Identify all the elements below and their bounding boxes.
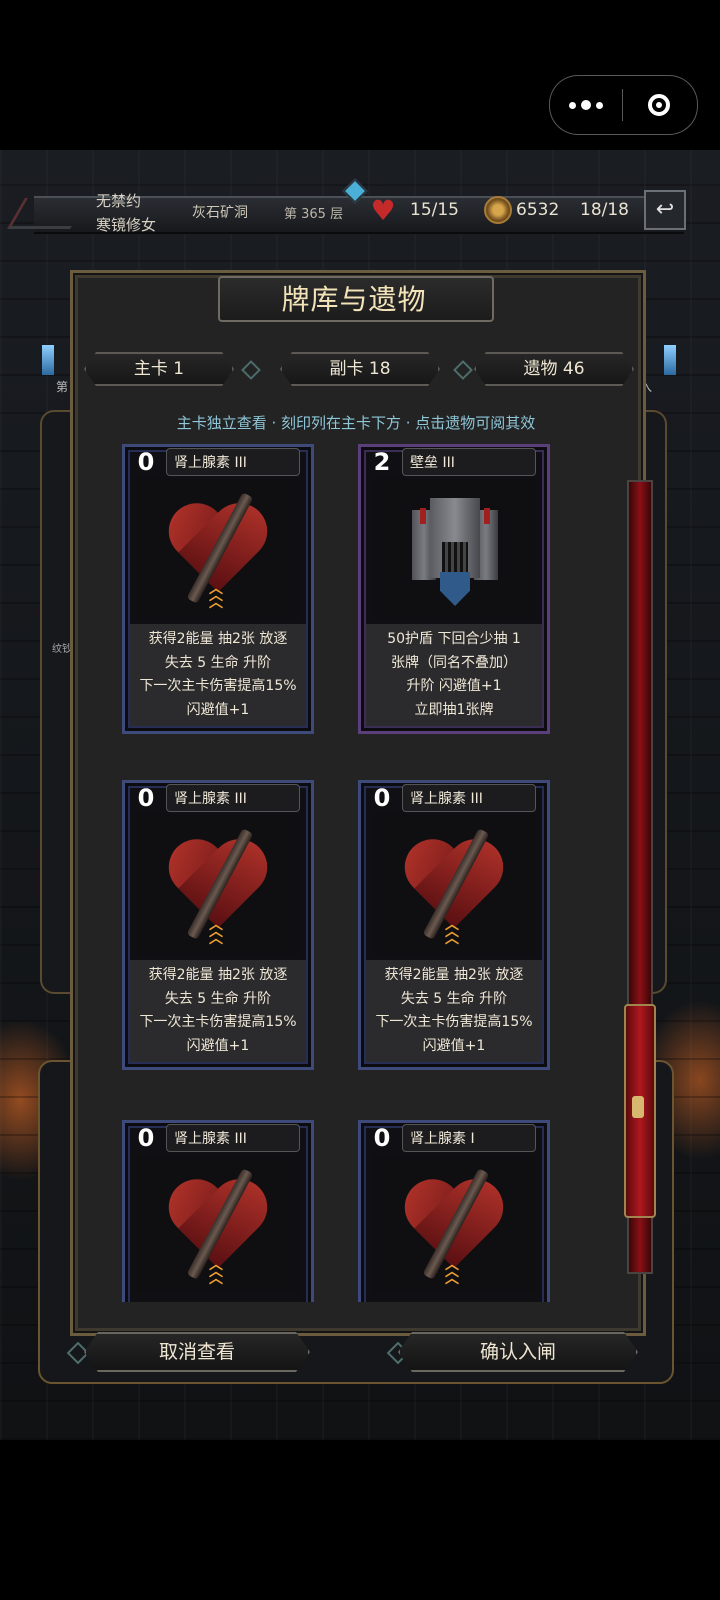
heart-icon: ︿ ︿ ︿ bbox=[136, 814, 300, 954]
card[interactable]: 0 肾上腺素 III ︿ ︿ ︿ 获得2能量 抽2张 放逐 失去 5 生命 升阶 下… bbox=[122, 444, 314, 734]
top-hud: 无禁约 寒镜修女 灰石矿洞 第 365 层 ♥ 15/15 6532 18/18… bbox=[7, 178, 704, 238]
card-grid: 0 肾上腺素 III ︿ ︿ ︿ 获得2能量 抽2张 放逐 失去 5 生命 升阶 下… bbox=[84, 444, 618, 1302]
card[interactable]: 0 肾上腺素 III ︿ ︿ ︿ bbox=[122, 1120, 314, 1302]
miniprogram-capsule bbox=[549, 75, 698, 135]
card-description: 获得2能量 抽2张 放逐 失去 5 生命 升阶 下一次主卡伤害提高15% 闪避值… bbox=[128, 628, 308, 722]
card-desc-line: 下一次主卡伤害提高15% bbox=[139, 1014, 297, 1030]
crystal-icon bbox=[42, 345, 54, 375]
card-name: 肾上腺素 I bbox=[410, 1131, 475, 1147]
card-desc-line: 张牌（同名不叠加） bbox=[391, 654, 517, 671]
background-label-left: 第 bbox=[56, 380, 69, 394]
diamond-ornament-icon bbox=[241, 360, 261, 380]
crystal-icon bbox=[664, 345, 676, 375]
card-desc-line: 50护盾 下回合少抽 1 bbox=[387, 631, 521, 647]
card-desc-line: 失去 5 生命 升阶 bbox=[164, 990, 272, 1007]
card[interactable]: 0 肾上腺素 III ︿ ︿ ︿ 获得2能量 抽2张 放逐 失去 5 生命 升阶 下… bbox=[358, 780, 550, 1070]
card-cost: 0 bbox=[373, 784, 391, 812]
bottom-blank bbox=[0, 1440, 720, 1600]
card-desc-line: 升阶 闪避值+1 bbox=[406, 678, 502, 694]
heart-icon: ♥ bbox=[370, 194, 396, 227]
tab-sub-cards[interactable]: 副卡 18 bbox=[280, 352, 440, 386]
card-desc-line: 获得2能量 抽2张 放逐 bbox=[148, 967, 288, 983]
coin-icon bbox=[484, 196, 512, 224]
card-name: 肾上腺素 III bbox=[174, 455, 247, 471]
card-description: 获得2能量 抽2张 放逐 失去 5 生命 升阶 下一次主卡伤害提高15% 闪避值… bbox=[128, 964, 308, 1058]
card-desc-line: 下一次主卡伤害提高15% bbox=[139, 678, 297, 694]
hud-floor: 第 365 层 bbox=[284, 207, 344, 222]
hud-character-name: 寒镜修女 bbox=[96, 216, 157, 234]
card-desc-line: 闪避值+1 bbox=[186, 1037, 250, 1054]
scrollbar-knob[interactable] bbox=[632, 1096, 644, 1118]
card-cost: 2 bbox=[373, 448, 391, 476]
tab-relics[interactable]: 遗物 46 bbox=[474, 352, 634, 386]
card-name: 肾上腺素 III bbox=[174, 1131, 247, 1147]
card[interactable]: 2 壁垒 III 50护盾 下回合少抽 1 张牌（同名不叠加） 升阶 闪避值+1… bbox=[358, 444, 550, 734]
card-desc-line: 失去 5 生命 升阶 bbox=[164, 654, 272, 671]
heart-icon: ︿ ︿ ︿ bbox=[136, 478, 300, 618]
card-desc-line: 获得2能量 抽2张 放逐 bbox=[384, 967, 524, 983]
background-label-mid: 纹钞 bbox=[52, 644, 72, 655]
card-cost: 0 bbox=[137, 448, 155, 476]
card-desc-line: 闪避值+1 bbox=[422, 1037, 486, 1054]
confirm-enter-button[interactable]: 确认入闸 bbox=[398, 1332, 638, 1372]
heart-icon: ︿ ︿ ︿ bbox=[372, 814, 536, 954]
hud-deck-count: 18/18 bbox=[580, 200, 629, 220]
card[interactable]: 0 肾上腺素 I ︿ ︿ ︿ bbox=[358, 1120, 550, 1302]
card-desc-line: 失去 5 生命 升阶 bbox=[400, 990, 508, 1007]
card-desc-line: 下一次主卡伤害提高15% bbox=[375, 1014, 533, 1030]
card-cost: 0 bbox=[137, 1124, 155, 1152]
tab-main-cards[interactable]: 主卡 1 bbox=[84, 352, 234, 386]
hud-location: 灰石矿洞 bbox=[192, 205, 248, 221]
heart-icon: ︿ ︿ ︿ bbox=[372, 1154, 536, 1294]
heart-icon: ︿ ︿ ︿ bbox=[136, 1154, 300, 1294]
diamond-ornament-icon bbox=[453, 360, 473, 380]
close-target-icon[interactable] bbox=[623, 76, 695, 134]
hud-gold: 6532 bbox=[516, 200, 560, 220]
card[interactable]: 0 肾上腺素 III ︿ ︿ ︿ 获得2能量 抽2张 放逐 失去 5 生命 升阶 下… bbox=[122, 780, 314, 1070]
card-desc-line: 闪避值+1 bbox=[186, 701, 250, 718]
panel-tabs: 主卡 1 副卡 18 遗物 46 bbox=[84, 352, 644, 388]
card-name: 壁垒 III bbox=[410, 455, 455, 471]
more-icon[interactable] bbox=[550, 76, 622, 134]
card-name: 肾上腺素 III bbox=[174, 791, 247, 807]
card-description: 50护盾 下回合少抽 1 张牌（同名不叠加） 升阶 闪避值+1 立即抽1张牌 bbox=[364, 628, 544, 722]
card-desc-line: 立即抽1张牌 bbox=[414, 701, 494, 718]
card-name: 肾上腺素 III bbox=[410, 791, 483, 807]
card-description: 获得2能量 抽2张 放逐 失去 5 生命 升阶 下一次主卡伤害提高15% 闪避值… bbox=[364, 964, 544, 1058]
hud-curse-status: 无禁约 bbox=[96, 192, 142, 210]
castle-icon bbox=[372, 478, 536, 618]
card-desc-line: 获得2能量 抽2张 放逐 bbox=[148, 631, 288, 647]
panel-hint: 主卡独立查看 · 刻印列在主卡下方 · 点击遗物可阅其效 bbox=[176, 414, 536, 432]
cancel-view-button[interactable]: 取消查看 bbox=[84, 1332, 310, 1372]
card-cost: 0 bbox=[373, 1124, 391, 1152]
panel-title: 牌库与遗物 bbox=[281, 283, 427, 316]
return-icon[interactable]: ↩ bbox=[644, 190, 686, 230]
hud-hp: 15/15 bbox=[410, 200, 459, 220]
card-cost: 0 bbox=[137, 784, 155, 812]
